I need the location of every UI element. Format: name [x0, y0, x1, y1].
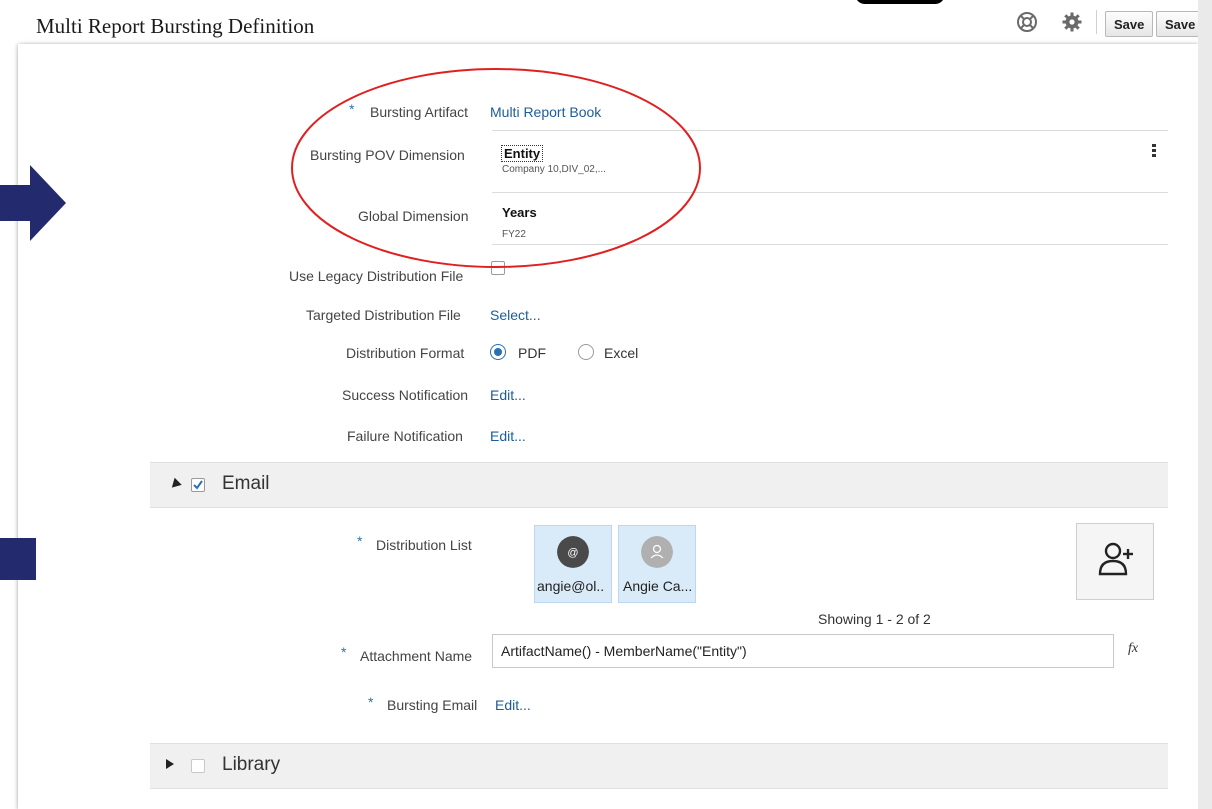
- required-indicator: *: [357, 533, 363, 549]
- slide-background-fragment: [855, 0, 945, 4]
- right-arrow-icon: [0, 165, 66, 241]
- right-scrollbar[interactable]: [1198, 0, 1212, 809]
- excel-option-label: Excel: [604, 345, 639, 361]
- distribution-format-label: Distribution Format: [346, 345, 465, 361]
- toolbar-separator: [1096, 10, 1097, 34]
- select-distribution-link[interactable]: Select...: [490, 307, 541, 323]
- annotation-circle: [291, 68, 701, 268]
- distribution-list-label: Distribution List: [376, 537, 472, 553]
- email-checkbox[interactable]: [191, 478, 205, 492]
- pdf-radio[interactable]: [490, 344, 506, 360]
- add-recipient-button[interactable]: [1076, 523, 1154, 600]
- recipient-chip-user[interactable]: Angie Ca...: [618, 525, 696, 603]
- email-section-title: Email: [222, 473, 270, 494]
- recipient-chip-label: angie@ol..: [537, 578, 605, 594]
- attachment-name-input[interactable]: ArtifactName() - MemberName("Entity"): [492, 634, 1114, 668]
- excel-radio[interactable]: [578, 344, 594, 360]
- email-section-header[interactable]: [150, 462, 1168, 508]
- targeted-distribution-label: Targeted Distribution File: [306, 307, 461, 323]
- showing-count: Showing 1 - 2 of 2: [818, 611, 931, 627]
- recipient-chip-label: Angie Ca...: [623, 578, 693, 594]
- library-section-header[interactable]: [150, 743, 1168, 789]
- failure-notification-edit-link[interactable]: Edit...: [490, 428, 526, 444]
- checkmark-icon: [193, 480, 203, 490]
- required-indicator: *: [341, 644, 347, 660]
- attachment-name-label: Attachment Name: [360, 648, 473, 664]
- pdf-option-label: PDF: [518, 345, 546, 361]
- library-section-title: Library: [222, 754, 281, 775]
- page-title: Multi Report Bursting Definition: [36, 14, 315, 38]
- bursting-email-label: Bursting Email: [387, 697, 478, 713]
- failure-notification-label: Failure Notification: [347, 428, 463, 444]
- bursting-email-edit-link[interactable]: Edit...: [495, 697, 531, 713]
- kebab-menu-icon[interactable]: [1150, 143, 1158, 159]
- library-checkbox[interactable]: [191, 759, 205, 773]
- expand-triangle-icon[interactable]: [166, 759, 174, 769]
- success-notification-label: Success Notification: [342, 387, 469, 403]
- recipient-chip-email[interactable]: @ angie@ol..: [534, 525, 612, 603]
- lifebuoy-icon[interactable]: [1016, 11, 1038, 33]
- arrow-fragment-icon: [0, 538, 36, 580]
- save-as-button[interactable]: Save: [1156, 11, 1201, 37]
- svg-text:@: @: [567, 547, 578, 559]
- add-user-icon: [1098, 542, 1133, 576]
- success-notification-edit-link[interactable]: Edit...: [490, 387, 526, 403]
- save-button[interactable]: Save: [1105, 11, 1154, 37]
- user-avatar-icon: [641, 536, 673, 568]
- required-indicator: *: [368, 694, 374, 710]
- formula-icon[interactable]: fx: [1128, 641, 1138, 657]
- email-avatar-icon: @: [557, 536, 589, 568]
- gear-icon[interactable]: [1061, 11, 1083, 33]
